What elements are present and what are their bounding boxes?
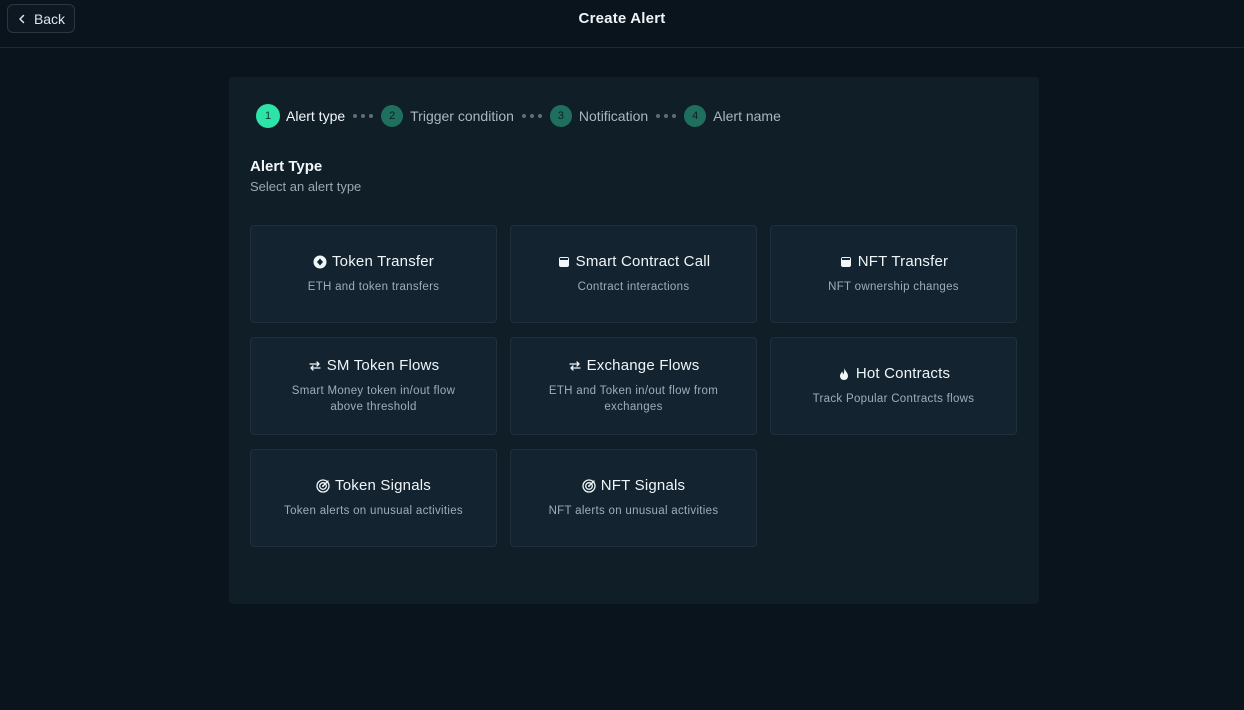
card-title: NFT Transfer xyxy=(857,253,949,270)
card-hot-contracts[interactable]: Hot Contracts Track Popular Contracts fl… xyxy=(770,337,1017,435)
card-description: ETH and Token in/out flow from exchanges xyxy=(548,385,719,413)
step-label: Notification xyxy=(578,108,649,124)
card-title: Smart Contract Call xyxy=(575,253,711,270)
card-description: NFT ownership changes xyxy=(828,281,959,293)
flame-icon xyxy=(837,367,851,381)
card-smart-contract-call[interactable]: Smart Contract Call Contract interaction… xyxy=(510,225,757,323)
card-title: Token Transfer xyxy=(331,253,434,270)
card-sm-token-flows[interactable]: SM Token Flows Smart Money token in/out … xyxy=(250,337,497,435)
step-alert-type[interactable]: 1 Alert type xyxy=(257,105,345,127)
top-bar: Back Create Alert xyxy=(0,0,1244,48)
step-trigger-condition[interactable]: 2 Trigger condition xyxy=(381,105,514,127)
card-description: Contract interactions xyxy=(577,281,690,293)
step-number: 3 xyxy=(549,105,572,127)
page-title: Create Alert xyxy=(578,10,666,27)
card-description: ETH and token transfers xyxy=(307,281,440,293)
card-nft-transfer[interactable]: NFT Transfer NFT ownership changes xyxy=(770,225,1017,323)
step-separator xyxy=(353,114,374,118)
stepper: 1 Alert type 2 Trigger condition 3 Notif… xyxy=(257,104,781,128)
radar-icon xyxy=(316,478,330,493)
card-token-transfer[interactable]: Token Transfer ETH and token transfers xyxy=(250,225,497,323)
step-notification[interactable]: 3 Notification xyxy=(549,105,649,127)
arrows-swap-icon xyxy=(308,359,322,373)
card-description: Smart Money token in/out flow above thre… xyxy=(291,385,456,413)
card-description: Track Popular Contracts flows xyxy=(812,393,975,405)
card-title: Exchange Flows xyxy=(586,357,700,374)
section-subtitle: Select an alert type xyxy=(250,179,362,194)
card-description: Token alerts on unusual activities xyxy=(284,505,463,517)
step-number: 4 xyxy=(684,105,707,127)
step-separator xyxy=(521,114,542,118)
step-alert-name[interactable]: 4 Alert name xyxy=(684,105,781,127)
step-label: Alert name xyxy=(713,108,781,124)
arrows-swap-icon xyxy=(568,359,582,373)
step-label: Trigger condition xyxy=(410,108,514,124)
card-nft-signals[interactable]: NFT Signals NFT alerts on unusual activi… xyxy=(510,449,757,547)
radar-icon xyxy=(582,478,596,493)
nft-icon xyxy=(839,255,853,269)
step-separator xyxy=(656,114,677,118)
card-title: NFT Signals xyxy=(600,477,686,494)
step-number: 1 xyxy=(257,105,279,127)
step-label: Alert type xyxy=(286,108,346,124)
card-exchange-flows[interactable]: Exchange Flows ETH and Token in/out flow… xyxy=(510,337,757,435)
step-number: 2 xyxy=(381,105,404,127)
card-title: Hot Contracts xyxy=(855,365,951,382)
alert-type-panel: 1 Alert type 2 Trigger condition 3 Notif… xyxy=(229,77,1039,604)
card-title: SM Token Flows xyxy=(326,357,440,374)
card-title: Token Signals xyxy=(335,477,431,494)
section-title: Alert Type xyxy=(250,158,323,175)
contract-icon xyxy=(557,255,571,269)
card-description: NFT alerts on unusual activities xyxy=(548,505,719,517)
card-token-signals[interactable]: Token Signals Token alerts on unusual ac… xyxy=(250,449,497,547)
token-icon xyxy=(313,255,327,269)
